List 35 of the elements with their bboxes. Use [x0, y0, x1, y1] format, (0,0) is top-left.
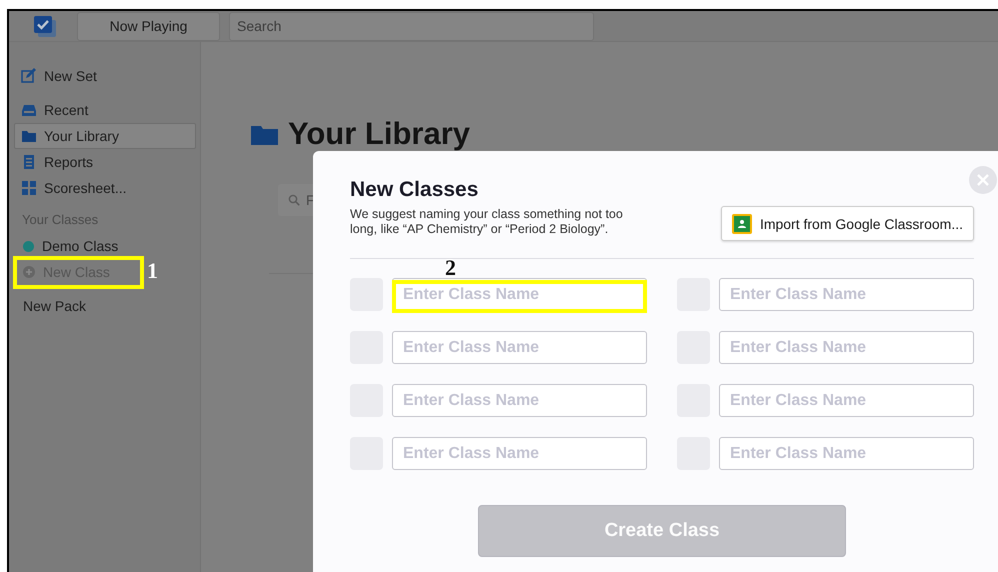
class-name-field[interactable]: Enter Class Name [719, 278, 974, 311]
tray-icon [21, 102, 37, 118]
sidebar-item[interactable]: Scoresheet... [14, 175, 196, 201]
document-icon [21, 154, 37, 170]
classroom-icon [732, 214, 752, 234]
dialog-title: New Classes [350, 177, 480, 203]
class-name-field[interactable]: Enter Class Name [719, 384, 974, 417]
plus-circle-icon [23, 266, 35, 278]
search-icon [288, 194, 300, 206]
folder-icon [21, 128, 37, 144]
close-icon [977, 174, 989, 186]
class-name-field[interactable]: Enter Class Name [392, 384, 647, 417]
sidebar-item[interactable]: Demo Class [14, 233, 136, 259]
class-name-field[interactable]: Enter Class Name [719, 437, 974, 470]
class-name-field[interactable]: Enter Class Name [392, 331, 647, 364]
annotation-number: 2 [445, 256, 456, 280]
annotation-number: 1 [147, 259, 158, 283]
edit-icon [21, 68, 37, 84]
close-button[interactable] [969, 166, 997, 194]
sidebar-item[interactable]: New Pack [14, 293, 196, 319]
sidebar-item[interactable]: Your Library [14, 123, 196, 149]
checkbox-logo-icon [33, 14, 57, 38]
search-field[interactable]: Search [229, 12, 594, 40]
create-class-button: Create Class [478, 505, 846, 557]
grid-icon [21, 180, 37, 196]
sidebar-item[interactable]: Reports [14, 149, 196, 175]
class-name-field[interactable]: Enter Class Name [719, 331, 974, 364]
sidebar-item[interactable]: New Set [14, 63, 196, 89]
import-button[interactable]: Import from Google Classroom... [720, 206, 974, 241]
page-title: Your Library [288, 115, 470, 153]
sidebar-item[interactable]: Recent [14, 97, 196, 123]
class-name-field[interactable]: Enter Class Name [392, 437, 647, 470]
now-playing-button[interactable]: Now Playing [77, 12, 220, 40]
dialog-description: We suggest naming your class something not too long, like “AP Chemistry” or “Period 2 Biology”. [350, 207, 624, 237]
folder-icon [251, 123, 278, 145]
